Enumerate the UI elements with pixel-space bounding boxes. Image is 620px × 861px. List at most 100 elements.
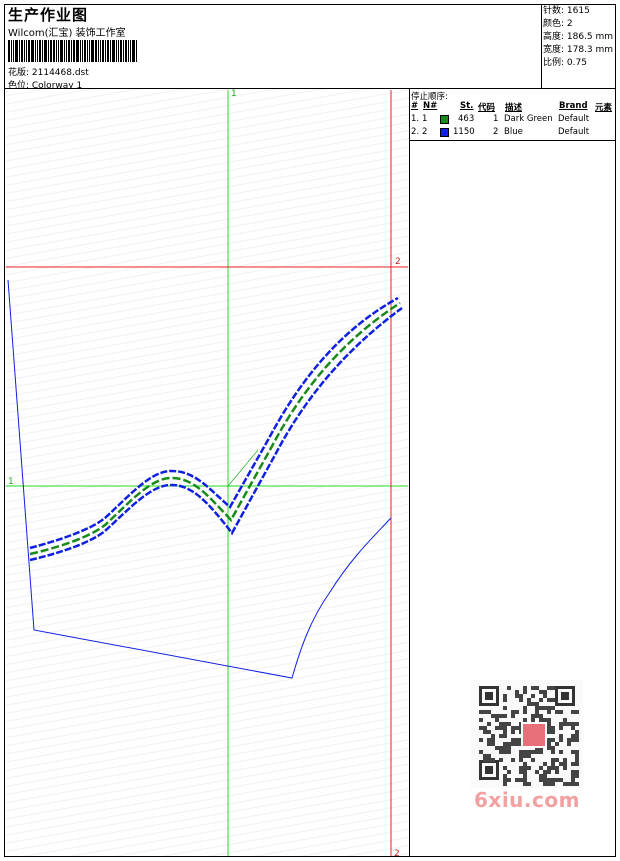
qr-module — [503, 698, 507, 702]
col-desc: 描述 — [505, 103, 523, 113]
qr-module — [523, 770, 527, 774]
qr-module — [575, 750, 579, 754]
row-desc: Blue — [504, 127, 523, 137]
qr-module — [551, 766, 555, 770]
qr-module — [487, 730, 491, 734]
blue-satin-lower — [29, 306, 403, 562]
row-stitches: 1150 — [453, 127, 475, 137]
qr-module — [491, 758, 495, 762]
qr-module — [571, 762, 575, 766]
row-num: 1. — [411, 114, 420, 124]
qr-module — [499, 722, 503, 726]
qr-module — [559, 738, 563, 742]
qr-module — [543, 690, 547, 694]
qr-module — [523, 750, 527, 754]
qr-module — [503, 750, 507, 754]
col-brand: Brand — [559, 101, 588, 111]
qr-module — [483, 754, 487, 758]
qr-module — [551, 778, 555, 782]
qr-module — [487, 754, 491, 758]
qr-module — [495, 746, 499, 750]
qr-module — [559, 722, 563, 726]
qr-module — [535, 714, 539, 718]
col-element: 元素 — [595, 103, 613, 113]
qr-module — [491, 734, 495, 738]
qr-module — [539, 778, 543, 782]
qr-module — [547, 730, 551, 734]
qr-module — [535, 702, 539, 706]
qr-module — [519, 698, 523, 702]
qr-module — [543, 762, 547, 766]
qr-module — [487, 738, 491, 742]
row-num: 2. — [411, 127, 420, 137]
qr-module — [563, 718, 567, 722]
qr-module — [519, 694, 523, 698]
row-brand: Default — [558, 127, 590, 137]
qr-module — [485, 766, 493, 774]
qr-module — [503, 742, 507, 746]
qr-module — [491, 714, 495, 718]
qr-module — [547, 770, 551, 774]
qr-module — [515, 738, 519, 742]
h-red-guide-label: 2 — [395, 257, 401, 267]
row-code: 2 — [493, 127, 499, 137]
qr-module — [567, 742, 571, 746]
qr-module — [523, 686, 527, 690]
qr-module — [543, 770, 547, 774]
qr-module — [487, 742, 491, 746]
qr-module — [555, 766, 559, 770]
qr-module — [547, 686, 551, 690]
qr-module — [523, 690, 527, 694]
qr-module — [511, 714, 515, 718]
qr-module — [535, 686, 539, 690]
qr-module — [563, 722, 567, 726]
qr-module — [511, 738, 515, 742]
qr-module — [571, 738, 575, 742]
qr-module — [563, 782, 567, 786]
qr-module — [503, 706, 507, 710]
qr-module — [559, 726, 563, 730]
stop-row: 2. 2 1150 2 Blue Default — [410, 127, 616, 139]
col-no: N# — [423, 101, 438, 111]
qr-module — [511, 758, 515, 762]
qr-module — [539, 698, 543, 702]
qr-module — [575, 722, 579, 726]
qr-module — [575, 734, 579, 738]
qr-module — [527, 698, 531, 702]
qr-module — [519, 766, 523, 770]
qr-module — [483, 730, 487, 734]
qr-module — [559, 778, 563, 782]
qr-module — [519, 750, 523, 754]
qr-module — [499, 734, 503, 738]
qr-module — [547, 742, 551, 746]
qr-module — [523, 774, 527, 778]
qr-module — [527, 754, 531, 758]
qr-module — [503, 734, 507, 738]
row-no: 1 — [422, 114, 428, 124]
color-swatch — [440, 128, 449, 137]
row-desc: Dark Green — [504, 114, 553, 124]
qr-module — [551, 750, 555, 754]
qr-module — [499, 758, 503, 762]
qr-module — [507, 722, 511, 726]
qr-module — [571, 770, 575, 774]
qr-module — [547, 766, 551, 770]
qr-module — [563, 762, 567, 766]
qr-module — [523, 766, 527, 770]
qr-module — [539, 766, 543, 770]
qr-module — [523, 710, 527, 714]
qr-module — [575, 770, 579, 774]
qr-module — [571, 782, 575, 786]
qr-module — [507, 746, 511, 750]
qr-module — [527, 750, 531, 754]
qr-module — [507, 742, 511, 746]
qr-module — [519, 770, 523, 774]
qr-module — [519, 778, 523, 782]
h-green-guide-label: 1 — [8, 477, 14, 487]
qr-module — [479, 726, 483, 730]
col-num: # — [411, 101, 419, 111]
color-swatch — [440, 115, 449, 124]
qr-module — [551, 762, 555, 766]
qr-module — [531, 694, 535, 698]
qr-module — [551, 726, 555, 730]
